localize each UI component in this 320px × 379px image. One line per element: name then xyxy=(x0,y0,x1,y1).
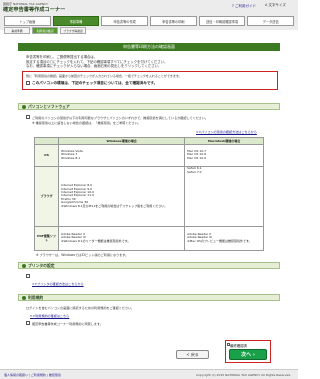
page-title: 申告書等印刷方法の確認画面 xyxy=(18,43,280,51)
section-terms-title: 利用規約 xyxy=(28,294,44,300)
next-button[interactable]: 次へ › xyxy=(229,349,267,360)
pc-env-check-link[interactable]: >>パソコンの環境の確認方法はこちらから xyxy=(196,129,257,134)
section-printer: プリンタの設定 xyxy=(18,262,280,269)
cell-browser-win: Internet Explorer 8.0 Internet Explorer … xyxy=(57,165,186,227)
step-confirm: 送信・印刷前確認事項 xyxy=(198,16,246,26)
bulk-confirm-box: 既に「利用環境の確認」画面から前回のチェックが入力されている場合、一括でチェック… xyxy=(22,71,278,90)
col-mac: Macintosh環境の場合 xyxy=(184,137,264,145)
bullet-icon xyxy=(22,104,26,109)
step-preparation: 事前準備 xyxy=(52,16,100,26)
bullet-icon xyxy=(22,295,26,300)
next-button-label: 次へ xyxy=(241,352,252,358)
footer: 個人情報の取扱い | ご利用規約 | 推奨環境 Copyright (c) 20… xyxy=(0,369,298,379)
pc-env-checkbox[interactable] xyxy=(26,115,30,119)
lead-text: 申告書等を印刷し、ご郵便等提出する場合は、 設定する項目の□にチェックを入れて、… xyxy=(26,55,266,69)
text-size-label: 文字サイズ xyxy=(268,3,286,7)
cell-browser-mac: Safari 6.1 Safari 7.0 xyxy=(184,165,264,227)
mac-os-item: Mac OS 10.9 xyxy=(187,155,207,160)
mac-pdf-note: ※Mac OSのプレビュー機能は推奨環境外です。 xyxy=(187,238,252,243)
bulk-confirm-checkbox[interactable] xyxy=(26,81,30,85)
text-size-control[interactable]: A 文字サイズ xyxy=(265,3,286,8)
bulk-confirm-note: 既に「利用環境の確認」画面から前回のチェックが入力されている場合、一括でチェック… xyxy=(26,74,182,78)
cell-pdf-mac: Adobe Reader X Adobe Reader XI ※Mac OSのプ… xyxy=(184,225,264,251)
back-button[interactable]: < 戻る xyxy=(176,350,209,359)
footer-links[interactable]: 個人情報の取扱い | ご利用規約 | 推奨環境 xyxy=(4,373,61,377)
bullet-icon xyxy=(22,263,26,268)
final-check-label[interactable]: 最終確認済 xyxy=(230,343,247,348)
bulk-confirm-label[interactable]: このパソコンの環境は、下記のチェック項目については、全て確認済みです。 xyxy=(32,81,157,86)
section-printer-title: プリンタの設定 xyxy=(28,262,55,268)
usage-guide-link[interactable]: ? ご利用ガイド xyxy=(232,4,256,9)
col-windows: Windows環境の場合 xyxy=(57,137,186,145)
terms-link[interactable]: >>利用規約の確認はこちら xyxy=(30,313,69,318)
step-print: 申告書等の印刷 xyxy=(150,16,197,26)
header: 国税庁 NATIONAL TAX AGENCY 確定申告書等作成コーナー ? ご… xyxy=(0,0,298,34)
sub-steps: 事前準備 利用者の確認 ブラウザ等確認 xyxy=(4,27,86,34)
copyright: Copyright (c) 2015 NATIONAL TAX AGENCY A… xyxy=(196,373,292,377)
substep-user-check: 利用者の確認 xyxy=(32,27,58,34)
win-os-item: Windows 8.1 xyxy=(61,155,81,160)
printer-checkbox[interactable] xyxy=(26,274,30,278)
printer-check-link[interactable]: >>プリンタの確認方法はこちらから xyxy=(32,281,84,286)
section-pc-title: パソコンとソフトウェア xyxy=(28,103,70,109)
section-terms: 利用規約 xyxy=(18,294,280,301)
corner-title: 確定申告書等作成コーナー xyxy=(3,7,66,13)
lead-line: なお、確認事項にチェックが入らない場合、画面右側の見出しをクリックしてください。 xyxy=(26,64,162,69)
substep-browser-check: ブラウザ等確認 xyxy=(60,27,86,34)
cell-os-win: Windows Vista Windows 7 Windows 8.1 xyxy=(57,143,186,167)
final-check-box: 最終確認済 次へ › xyxy=(225,340,271,363)
row-head-browser: ブラウザ xyxy=(34,165,59,227)
row-head-os: OS xyxy=(34,143,59,167)
win-pdf-note: ※Windows 8.1のリーダー機能は推奨環境外です。 xyxy=(61,238,131,243)
substep-preparation: 事前準備 xyxy=(4,27,30,34)
back-button-label: 戻る xyxy=(190,351,199,357)
recommended-env-table: Windows環境の場合 Macintosh環境の場合 OS Windows V… xyxy=(34,137,264,251)
usage-guide-label: ご利用ガイド xyxy=(234,4,256,8)
step-top[interactable]: トップ画面 xyxy=(4,16,51,26)
pc-env-note: ※ 推奨環境以上に該当しない場合の確認は、「推奨環境」をご参照ください。 xyxy=(32,121,141,125)
step-progress: トップ画面 事前準備 申告書等の作成 申告書等の印刷 送信・印刷前確認事項 デー… xyxy=(4,16,295,26)
section-pc-software: パソコンとソフトウェア xyxy=(18,103,280,110)
chevron-right-icon: › xyxy=(251,351,255,358)
step-create: 申告書等の作成 xyxy=(101,16,149,26)
row-head-pdf: PDF閲覧ソフト xyxy=(34,225,59,251)
terms-agree-label[interactable]: 確定申告書等作成コーナー利用規約に同意します。 xyxy=(32,321,103,326)
table-corner xyxy=(34,137,59,145)
terms-text: ログインを含むパソコンの画面に接続するための利用規約をご確認ください。 xyxy=(26,306,135,310)
mac-browser-item: Safari 7.0 xyxy=(187,169,202,174)
step-send: データ送信 xyxy=(247,16,295,26)
cell-os-mac: Mac OS 10.7 Mac OS 10.8 Mac OS 10.9 xyxy=(184,143,264,167)
browser-footnote: ※ ブラウザーは、Windowsでは32ビット版のご利用になります。 xyxy=(36,253,129,257)
win-browser-note: ※Windows 8.1及びIE11をご利用の場合はデスクトップ版をご利用くださ… xyxy=(61,203,168,208)
cell-pdf-win: Adobe Reader X Adobe Reader XI ※Windows … xyxy=(57,225,186,251)
terms-agree-checkbox[interactable] xyxy=(26,321,30,325)
